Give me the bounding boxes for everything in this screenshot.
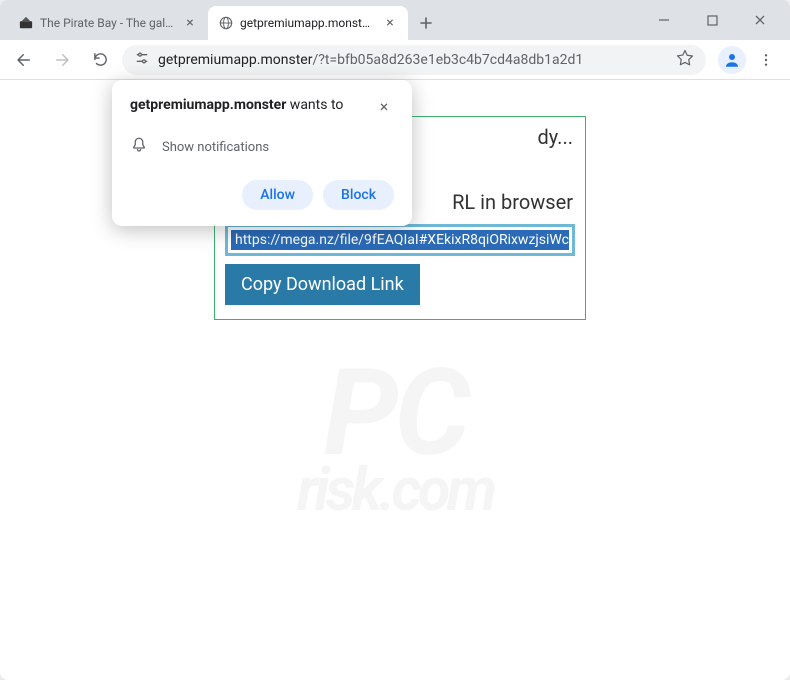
back-button[interactable] bbox=[8, 44, 40, 76]
profile-avatar[interactable] bbox=[718, 46, 746, 74]
tab-title: The Pirate Bay - The galaxy's m bbox=[40, 16, 176, 30]
close-icon[interactable]: × bbox=[382, 15, 398, 31]
allow-button[interactable]: Allow bbox=[242, 180, 313, 210]
tab-inactive[interactable]: The Pirate Bay - The galaxy's m × bbox=[8, 6, 208, 40]
window-controls bbox=[642, 0, 790, 40]
copy-link-button[interactable]: Copy Download Link bbox=[225, 264, 420, 305]
reload-button[interactable] bbox=[84, 44, 116, 76]
title-bar: The Pirate Bay - The galaxy's m × getpre… bbox=[0, 0, 790, 40]
minimize-button[interactable] bbox=[642, 4, 686, 36]
toolbar: getpremiumapp.monster/?t=bfb05a8d263e1eb… bbox=[0, 40, 790, 80]
tab-title: getpremiumapp.monster/?t=bf bbox=[240, 16, 376, 30]
favicon-pirate-icon bbox=[18, 15, 34, 31]
maximize-button[interactable] bbox=[690, 4, 734, 36]
block-button[interactable]: Block bbox=[323, 180, 394, 210]
permission-label: Show notifications bbox=[162, 140, 269, 155]
permission-row: Show notifications bbox=[130, 136, 394, 158]
address-bar[interactable]: getpremiumapp.monster/?t=bfb05a8d263e1eb… bbox=[122, 45, 706, 75]
bell-icon bbox=[130, 136, 148, 158]
url-field-wrap: https://mega.nz/file/9fEAQIaI#XEkixR8qiO… bbox=[225, 224, 575, 256]
site-settings-icon[interactable] bbox=[134, 50, 150, 70]
watermark: PC risk.com bbox=[0, 344, 790, 525]
prompt-title: getpremiumapp.monster wants to bbox=[130, 96, 374, 116]
star-icon[interactable] bbox=[676, 49, 694, 71]
download-url-field[interactable]: https://mega.nz/file/9fEAQIaI#XEkixR8qiO… bbox=[231, 230, 569, 250]
close-window-button[interactable] bbox=[738, 4, 782, 36]
forward-button[interactable] bbox=[46, 44, 78, 76]
kebab-menu-icon[interactable] bbox=[750, 44, 782, 76]
tab-active[interactable]: getpremiumapp.monster/?t=bf × bbox=[208, 6, 408, 40]
notification-permission-prompt: getpremiumapp.monster wants to × Show no… bbox=[112, 80, 412, 226]
close-icon[interactable]: × bbox=[182, 15, 198, 31]
url-text: getpremiumapp.monster/?t=bfb05a8d263e1eb… bbox=[158, 52, 668, 68]
toolbar-right bbox=[712, 44, 782, 76]
close-icon[interactable]: × bbox=[374, 96, 394, 116]
new-tab-button[interactable] bbox=[412, 9, 440, 37]
favicon-globe-icon bbox=[218, 15, 234, 31]
tab-strip: The Pirate Bay - The galaxy's m × getpre… bbox=[8, 0, 642, 40]
